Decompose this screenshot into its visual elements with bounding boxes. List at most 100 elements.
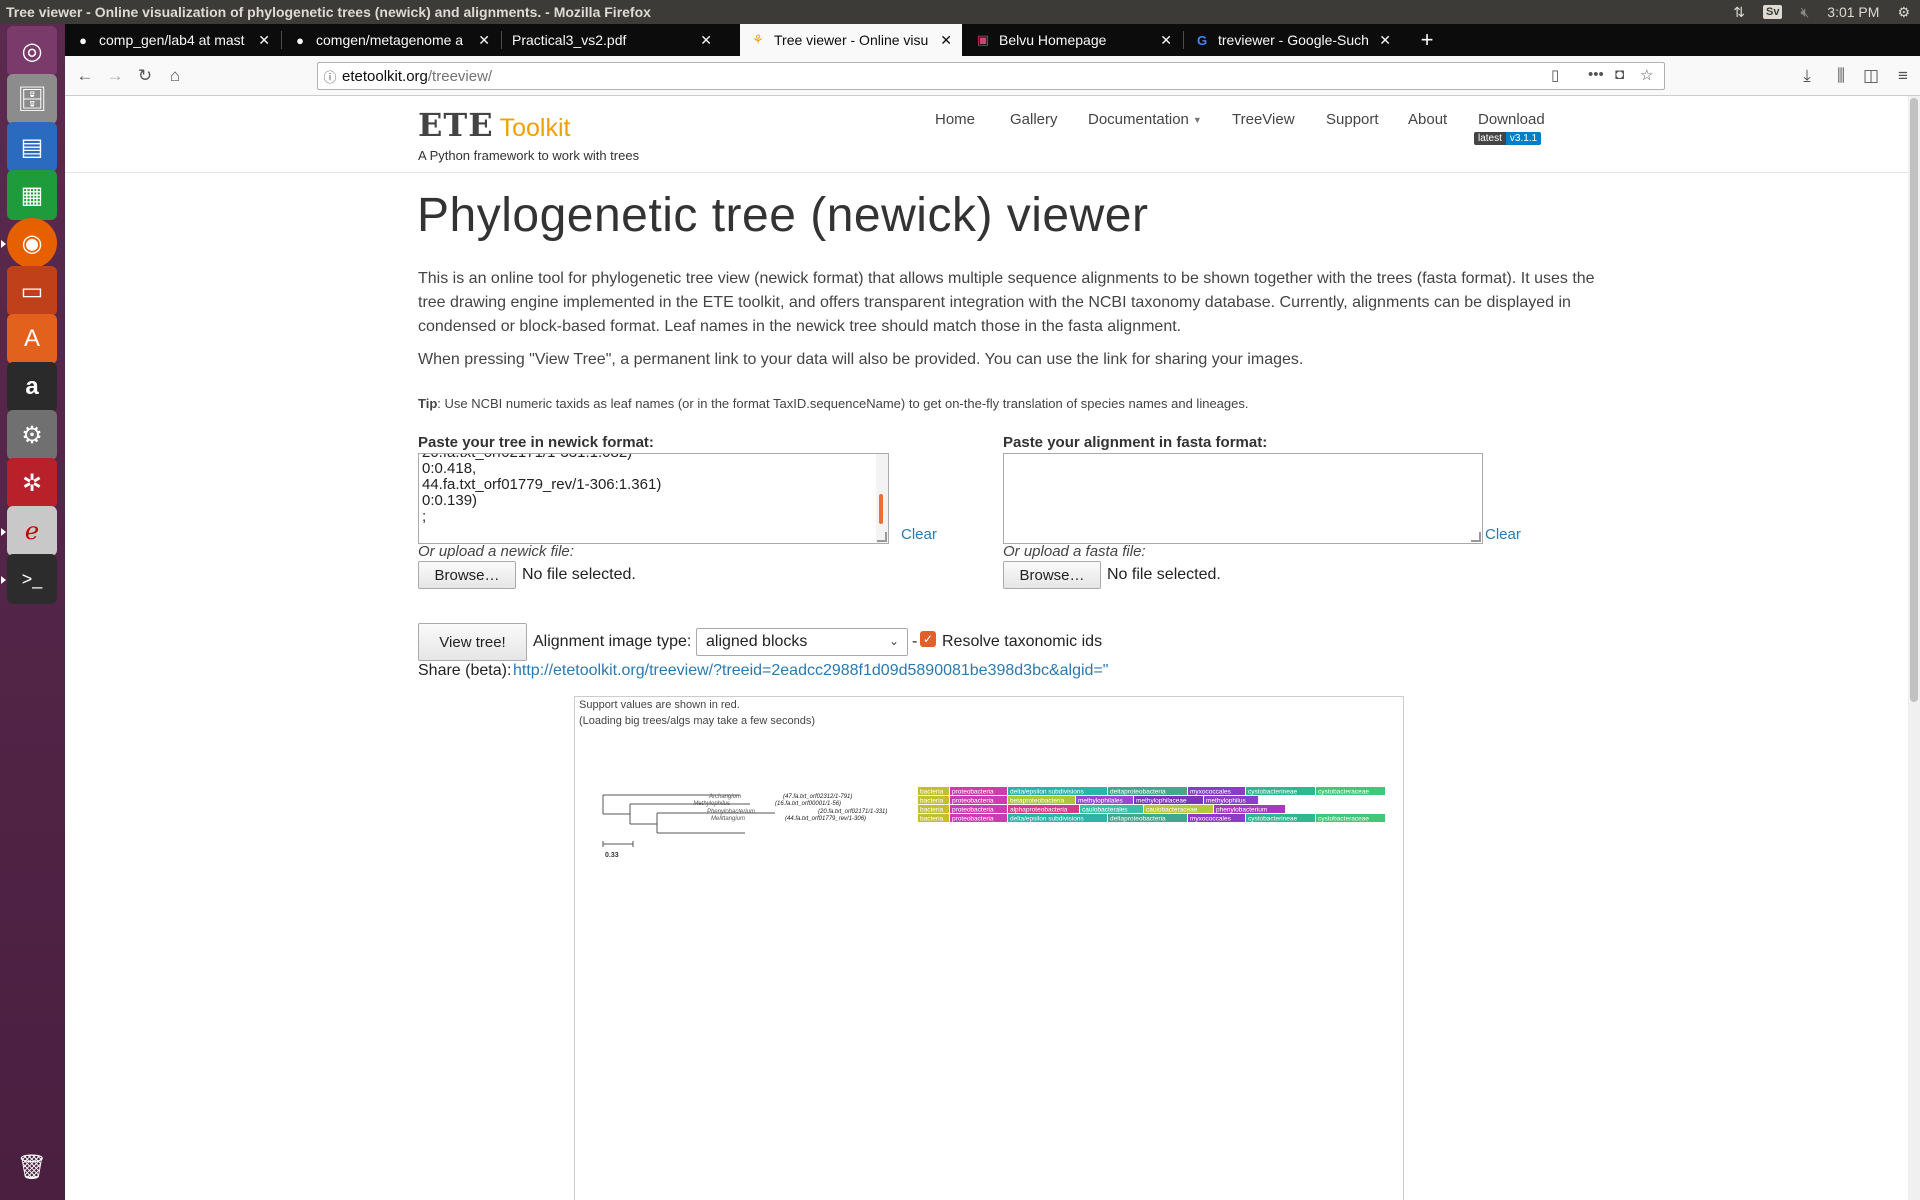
newick-textarea[interactable]: 20.fa.txt_orf02171/1-331:1.082) 0:0.418,… <box>418 453 889 544</box>
nav-download[interactable]: Download <box>1478 111 1545 128</box>
site-info-icon[interactable]: ⓘ <box>318 67 342 86</box>
browse-fasta-button[interactable]: Browse… <box>1003 561 1101 589</box>
close-tab-icon[interactable]: ✕ <box>258 32 270 49</box>
launcher-libreoffice-writer[interactable]: ▤ <box>7 122 57 172</box>
library-icon[interactable]: ⫼ <box>1829 64 1853 88</box>
nav-treeview[interactable]: TreeView <box>1232 111 1295 128</box>
close-tab-icon[interactable]: ✕ <box>1379 32 1391 49</box>
version-badge[interactable]: latest v3.1.1 <box>1474 132 1542 145</box>
ubuntu-top-panel: Tree viewer - Online visualization of ph… <box>0 0 1920 24</box>
share-url-link[interactable]: http://etetoolkit.org/treeview/?treeid=2… <box>513 662 1108 680</box>
share-label: Share (beta): <box>418 662 512 679</box>
tree-branches <box>602 794 775 847</box>
leaf-sequence-id: (20.fa.txt_orf02171/1-331) <box>818 809 887 815</box>
alignment-input-label: Paste your alignment in fasta format: <box>1003 434 1268 451</box>
tab-tree-viewer[interactable]: ⚘ Tree viewer - Online visu ✕ <box>740 24 962 56</box>
url-bar[interactable]: ⓘ etetoolkit.org/treeview/ ▯ ••• ◘ ☆ <box>317 62 1665 90</box>
badge-version: v3.1.1 <box>1505 132 1542 145</box>
downloads-icon[interactable]: ⤓ <box>1795 64 1819 88</box>
network-arrows-icon[interactable]: ⇅ <box>1733 4 1745 21</box>
site-logo[interactable]: ETE Toolkit <box>418 106 570 144</box>
ubuntu-logo-icon: ◎ <box>21 37 43 65</box>
nav-gallery[interactable]: Gallery <box>1010 111 1058 128</box>
newick-line: 44.fa.txt_orf01779_rev/1-306:1.361) <box>422 476 662 493</box>
launcher-firefox[interactable]: ◉ <box>1 218 57 268</box>
page-scrollbar[interactable] <box>1908 96 1920 1200</box>
launcher-ubuntu-software[interactable]: A <box>7 314 57 364</box>
textarea-scrollbar[interactable] <box>876 454 888 543</box>
launcher-document-viewer[interactable]: ℯ <box>1 506 57 556</box>
alignment-type-select[interactable]: aligned blocks ⌄ <box>696 628 908 656</box>
google-icon: G <box>1196 32 1208 48</box>
tab-comp-gen-lab4[interactable]: ● comp_gen/lab4 at mast ✕ <box>65 24 280 56</box>
new-tab-button[interactable]: + <box>1412 24 1442 56</box>
lineage-block-label: proteobacteria <box>952 807 994 814</box>
launcher-ete-app[interactable]: ✲ <box>7 458 57 508</box>
lineage-block-label: proteobacteria <box>952 798 994 805</box>
launcher-libreoffice-calc[interactable]: ▦ <box>7 170 57 220</box>
resolve-taxids-checkbox[interactable]: ✓ <box>920 631 936 647</box>
lineage-block-label: betaproteobacteria <box>1010 798 1065 805</box>
close-tab-icon[interactable]: ✕ <box>1160 32 1172 49</box>
volume-muted-icon[interactable]: 🔇︎ <box>1800 4 1809 21</box>
tab-practical3-pdf[interactable]: Practical3_vs2.pdf ✕ <box>502 24 722 56</box>
home-icon[interactable]: ⌂ <box>163 64 187 88</box>
web-page: ETE Toolkit A Python framework to work wi… <box>65 96 1920 1200</box>
nav-about[interactable]: About <box>1408 111 1447 128</box>
resize-grip-icon[interactable] <box>1471 532 1481 542</box>
tab-google-search[interactable]: G treviewer - Google-Such ✕ <box>1184 24 1401 56</box>
lineage-block-label: alphaproteobacteria <box>1010 807 1068 814</box>
page-actions-icon[interactable]: ••• <box>1588 66 1604 83</box>
launcher-trash[interactable]: 🗑︎ <box>7 1142 57 1192</box>
reload-icon[interactable]: ↻ <box>133 64 157 88</box>
nav-documentation[interactable]: Documentation ▼ <box>1088 111 1202 128</box>
launcher-amazon[interactable]: a <box>7 362 57 412</box>
clear-alignment-link[interactable]: Clear <box>1485 526 1521 543</box>
hamburger-menu-icon[interactable]: ≡ <box>1891 64 1915 88</box>
nav-support[interactable]: Support <box>1326 111 1379 128</box>
tab-label: Practical3_vs2.pdf <box>512 32 627 48</box>
tab-belvu-homepage[interactable]: ▣ Belvu Homepage ✕ <box>965 24 1182 56</box>
page-scrollbar-thumb[interactable] <box>1910 98 1918 702</box>
fasta-textarea[interactable] <box>1003 453 1483 544</box>
lineage-block-label: caulobacterales <box>1082 807 1128 814</box>
back-arrow-icon[interactable]: ← <box>73 64 97 88</box>
nav-documentation-label: Documentation <box>1088 111 1189 128</box>
power-gear-icon[interactable]: ⚙ <box>1897 4 1910 21</box>
bookmark-star-icon[interactable]: ☆ <box>1640 66 1653 84</box>
browse-newick-button[interactable]: Browse… <box>418 561 516 589</box>
keyboard-layout-indicator[interactable]: Sv <box>1763 5 1783 19</box>
reader-view-icon[interactable]: ▯ <box>1551 66 1559 84</box>
launcher-terminal[interactable]: >_ <box>1 554 57 604</box>
system-tray: ⇅ Sv 🔇︎ 3:01 PM ⚙ <box>1733 0 1920 24</box>
clock[interactable]: 3:01 PM <box>1827 4 1879 20</box>
tab-label: Belvu Homepage <box>999 32 1107 48</box>
close-tab-icon[interactable]: ✕ <box>940 32 952 49</box>
launcher-system-settings[interactable]: ⚙ <box>7 410 57 460</box>
clear-tree-link[interactable]: Clear <box>901 526 937 543</box>
close-tab-icon[interactable]: ✕ <box>700 32 712 49</box>
badge-latest: latest <box>1474 132 1506 145</box>
newick-line: ; <box>422 508 427 525</box>
browser-tab-bar: ● comp_gen/lab4 at mast ✕ ● comgen/metag… <box>65 24 1920 56</box>
resize-grip-icon[interactable] <box>877 532 887 542</box>
lineage-block-label: methylophilus <box>1206 798 1246 805</box>
pocket-icon[interactable]: ◘ <box>1615 66 1624 83</box>
tip-body: : Use NCBI numeric taxids as leaf names … <box>437 396 1249 411</box>
sidebar-icon[interactable]: ◫ <box>1859 64 1883 88</box>
lineage-block-label: bacteria <box>920 816 944 823</box>
launcher-libreoffice-impress[interactable]: ▭ <box>7 266 57 316</box>
view-tree-button[interactable]: View tree! <box>418 623 527 661</box>
firefox-icon: ◉ <box>21 229 43 257</box>
launcher-ubuntu-dash[interactable]: ◎ <box>7 26 57 76</box>
launcher-files[interactable]: 🗄︎ <box>7 74 57 124</box>
amazon-icon: a <box>25 373 39 400</box>
tab-comgen-metagenome[interactable]: ● comgen/metagenome a ✕ <box>282 24 500 56</box>
close-tab-icon[interactable]: ✕ <box>478 32 490 49</box>
lineage-block-label: bacteria <box>920 798 944 805</box>
forward-arrow-icon[interactable]: → <box>103 64 127 88</box>
lineage-block-label: methylophilaceae <box>1136 798 1187 805</box>
nav-home[interactable]: Home <box>935 111 975 128</box>
network-graph-icon: ✲ <box>21 469 43 497</box>
scale-label: 0.33 <box>605 852 619 859</box>
